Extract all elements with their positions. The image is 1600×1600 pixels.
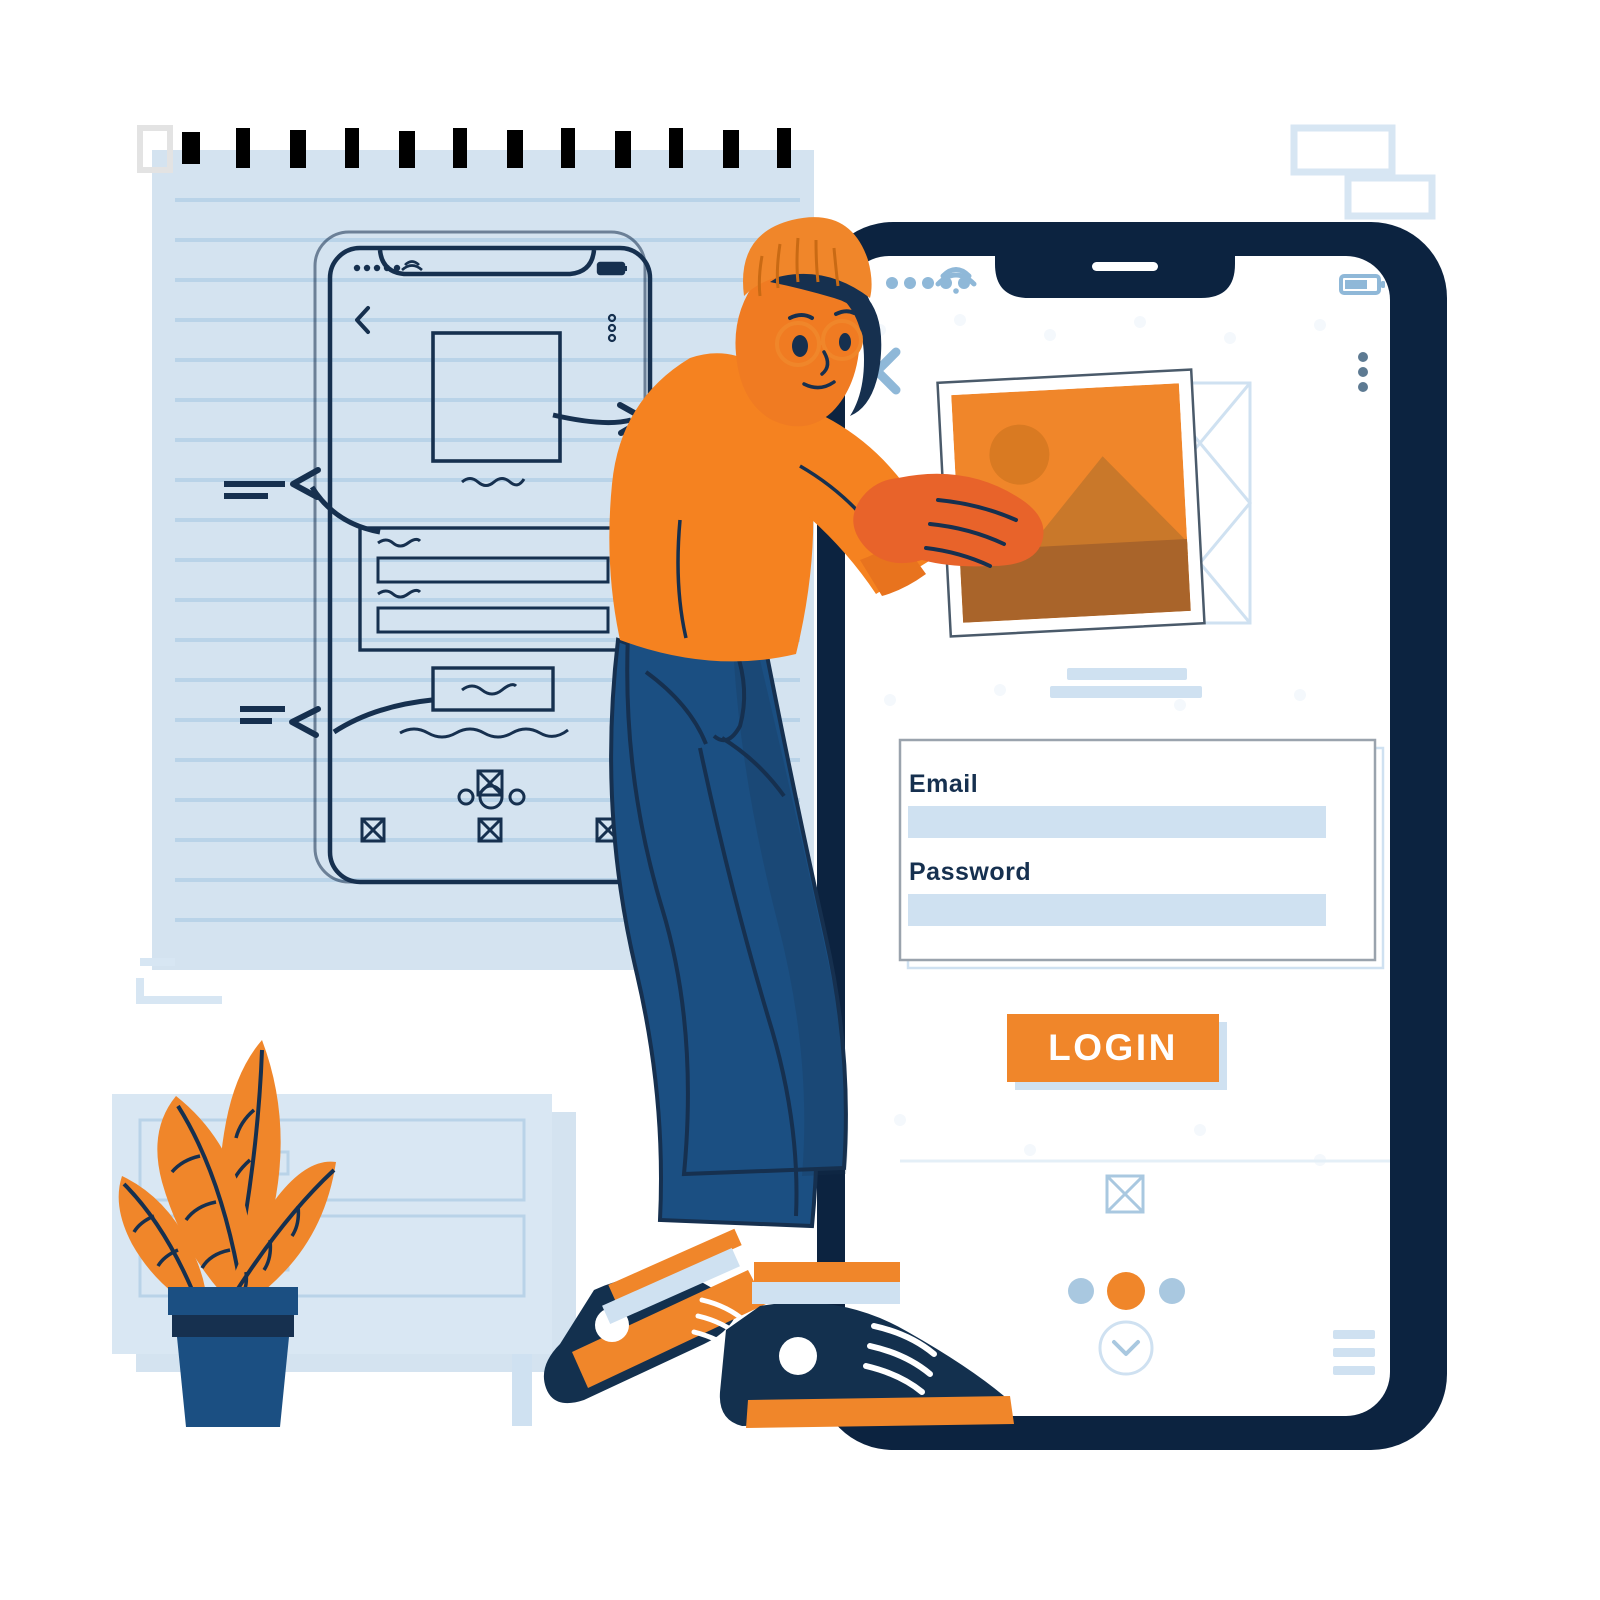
card-leg <box>512 1354 532 1426</box>
back-chevron-button[interactable] <box>866 346 918 398</box>
sketch-battery-icon <box>596 261 627 276</box>
shoe-sole <box>746 1396 1014 1428</box>
email-label: Email <box>909 770 979 798</box>
illustration-stage: Email Password LOGIN <box>0 0 1600 1600</box>
kebab-menu-button[interactable] <box>1344 344 1384 400</box>
hamburger-menu-button[interactable] <box>1328 1324 1382 1382</box>
email-input[interactable] <box>908 806 1326 838</box>
password-input[interactable] <box>908 894 1326 926</box>
shoe-dot <box>779 1337 817 1375</box>
image-placeholder-button[interactable] <box>1100 1170 1150 1220</box>
pagination-control[interactable] <box>1062 1266 1192 1316</box>
sock <box>752 1282 900 1304</box>
login-button-label: LOGIN <box>1048 1027 1178 1068</box>
chevron-down-button[interactable] <box>1098 1320 1156 1378</box>
phone-speaker <box>1092 262 1158 271</box>
login-button-target[interactable]: LOGIN <box>1007 1014 1219 1082</box>
character-head <box>735 217 882 427</box>
plant-pot <box>168 1287 298 1427</box>
password-label: Password <box>909 858 1032 886</box>
